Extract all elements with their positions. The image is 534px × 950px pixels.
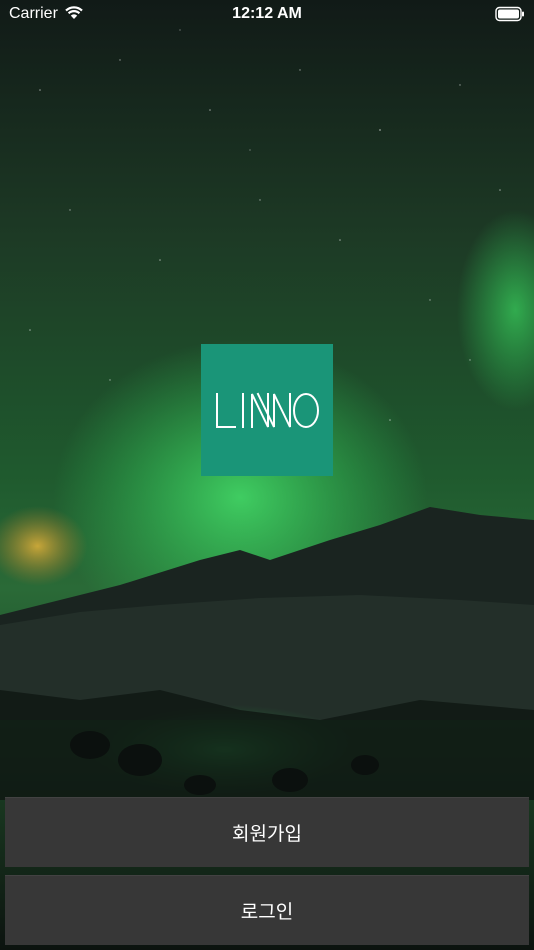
status-time: 12:12 AM <box>232 5 302 22</box>
linno-logo <box>201 344 333 476</box>
battery-icon <box>495 6 525 27</box>
linno-logo-mark <box>216 392 319 428</box>
login-button[interactable]: 로그인 <box>5 875 529 945</box>
status-bar: Carrier 12:12 AM <box>0 0 534 30</box>
signup-button[interactable]: 회원가입 <box>5 797 529 867</box>
